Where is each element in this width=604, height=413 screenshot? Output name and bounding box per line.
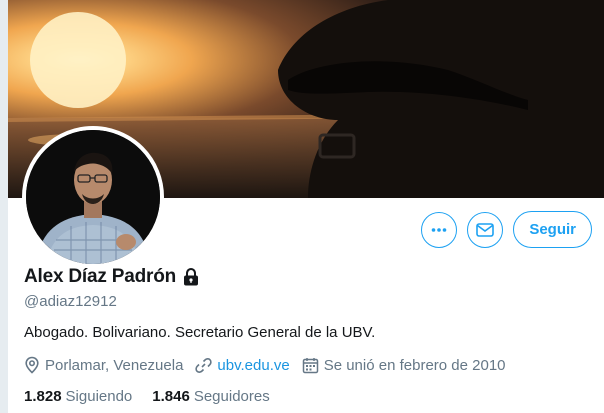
follow-button[interactable]: Seguir — [513, 211, 592, 248]
profile-avatar[interactable] — [22, 126, 164, 268]
website-item: ubv.edu.ve — [195, 357, 290, 374]
profile-bio: Abogado. Bolivariano. Secretario General… — [24, 324, 376, 341]
profile-actions: Seguir — [421, 211, 592, 248]
more-icon — [432, 227, 447, 232]
page-edge — [0, 0, 8, 413]
joined-text: Se unió en febrero de 2010 — [323, 356, 506, 374]
profile-handle: @adiaz12912 — [24, 293, 117, 310]
followers-count: 1.846 — [152, 388, 190, 405]
profile-name-row: Alex Díaz Padrón — [24, 266, 201, 288]
follow-button-label: Seguir — [529, 221, 576, 238]
location-pin-icon — [25, 356, 39, 374]
more-options-button[interactable] — [421, 211, 458, 248]
location-item: Porlamar, Venezuela — [24, 356, 183, 374]
profile-meta: Porlamar, Venezuela ubv.edu.ve Se unió e… — [24, 356, 518, 374]
followers-label: Seguidores — [193, 388, 270, 405]
link-icon — [195, 357, 213, 373]
following-count: 1.828 — [24, 388, 62, 405]
envelope-icon — [476, 222, 495, 237]
location-text: Porlamar, Venezuela — [45, 356, 184, 374]
lock-icon — [184, 267, 199, 286]
follow-stats: 1.828 Siguiendo 1.846 Seguidores — [24, 388, 290, 405]
website-link[interactable]: ubv.edu.ve — [217, 357, 289, 374]
following-label: Siguiendo — [65, 388, 133, 405]
following-stat[interactable]: 1.828 Siguiendo — [24, 388, 132, 405]
followers-stat[interactable]: 1.846 Seguidores — [152, 388, 269, 405]
joined-item: Se unió en febrero de 2010 — [302, 357, 506, 374]
profile-name: Alex Díaz Padrón — [24, 266, 177, 287]
message-button[interactable] — [467, 211, 504, 248]
calendar-icon — [302, 357, 318, 373]
